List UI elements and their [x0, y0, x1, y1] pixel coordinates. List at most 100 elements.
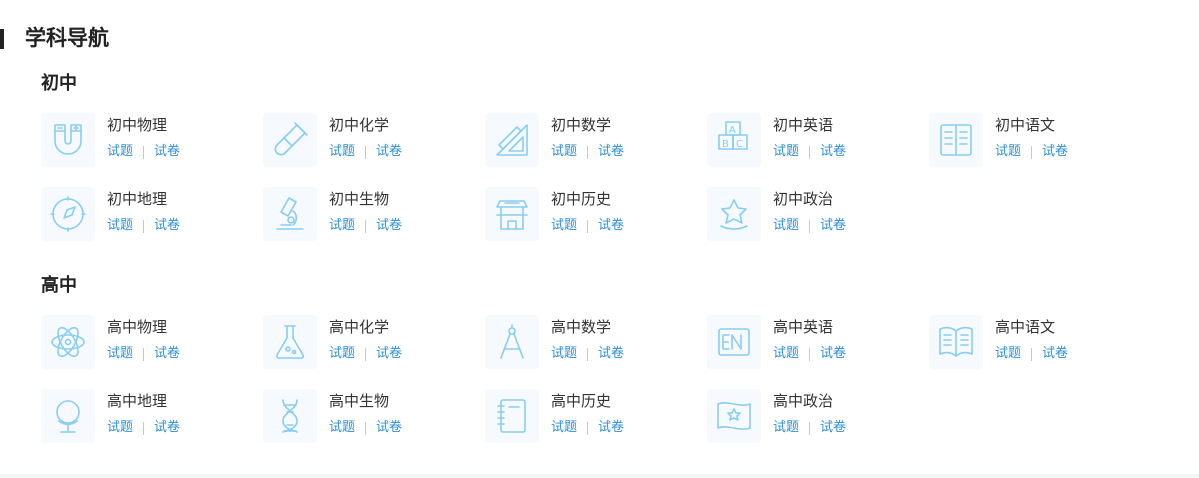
papers-link[interactable]: 试卷 [820, 143, 846, 161]
link-divider [809, 219, 811, 233]
papers-link[interactable]: 试卷 [154, 217, 180, 235]
subject-card: 高中语文试题 试卷 [929, 315, 1139, 371]
subject-name[interactable]: 初中化学 [329, 115, 389, 135]
questions-link[interactable]: 试题 [773, 419, 799, 437]
subject-name[interactable]: 初中语文 [995, 115, 1055, 135]
papers-link[interactable]: 试卷 [598, 143, 624, 161]
ruler-triangle-icon[interactable] [485, 113, 539, 167]
subject-card: 初中生物试题 试卷 [263, 187, 473, 243]
link-divider [365, 347, 367, 361]
link-divider [587, 145, 589, 159]
subject-name[interactable]: 初中英语 [773, 115, 833, 135]
subject-card: 初中地理试题 试卷 [41, 187, 251, 243]
microscope-icon[interactable] [263, 187, 317, 241]
questions-link[interactable]: 试题 [551, 345, 577, 363]
questions-link[interactable]: 试题 [773, 143, 799, 161]
subject-links: 试题 试卷 [329, 143, 402, 161]
ancient-building-icon[interactable] [485, 187, 539, 241]
atom-icon[interactable] [41, 315, 95, 369]
link-divider [587, 421, 589, 435]
open-book-icon[interactable] [929, 113, 983, 167]
link-divider [143, 219, 145, 233]
subject-card: 初中化学试题 试卷 [263, 113, 473, 169]
subject-name[interactable]: 高中化学 [329, 317, 389, 337]
questions-link[interactable]: 试题 [107, 345, 133, 363]
questions-link[interactable]: 试题 [329, 345, 355, 363]
questions-link[interactable]: 试题 [995, 345, 1021, 363]
subject-links: 试题 试卷 [329, 345, 402, 363]
subject-name[interactable]: 高中数学 [551, 317, 611, 337]
questions-link[interactable]: 试题 [995, 143, 1021, 161]
papers-link[interactable]: 试卷 [598, 345, 624, 363]
subject-name[interactable]: 高中英语 [773, 317, 833, 337]
en-badge-icon[interactable] [707, 315, 761, 369]
subject-nav-panel: 学科导航 初中 高中 初中物理 试题 试卷 初中化学 试题 试卷 初中数学 试题 试卷 A B C 初中… [0, 0, 1199, 474]
subject-name[interactable]: 初中政治 [773, 189, 833, 209]
subject-name[interactable]: 高中政治 [773, 391, 833, 411]
questions-link[interactable]: 试题 [107, 419, 133, 437]
test-tube-icon[interactable] [263, 113, 317, 167]
abc-blocks-icon[interactable]: ABC [707, 113, 761, 167]
subject-name[interactable]: 高中地理 [107, 391, 167, 411]
link-divider [365, 145, 367, 159]
questions-link[interactable]: 试题 [107, 143, 133, 161]
compass-icon[interactable] [41, 187, 95, 241]
papers-link[interactable]: 试卷 [820, 419, 846, 437]
subject-name[interactable]: 高中生物 [329, 391, 389, 411]
flag-icon[interactable] [707, 389, 761, 443]
subject-links: 试题 试卷 [551, 217, 624, 235]
papers-link[interactable]: 试卷 [154, 419, 180, 437]
magnet-icon[interactable] [41, 113, 95, 167]
questions-link[interactable]: 试题 [329, 419, 355, 437]
star-emblem-icon[interactable] [707, 187, 761, 241]
subject-card: 高中生物试题 试卷 [263, 389, 473, 445]
subject-name[interactable]: 初中地理 [107, 189, 167, 209]
subject-name[interactable]: 初中生物 [329, 189, 389, 209]
papers-link[interactable]: 试卷 [376, 345, 402, 363]
subject-name[interactable]: 高中物理 [107, 317, 167, 337]
link-divider [809, 347, 811, 361]
subject-name[interactable]: 初中历史 [551, 189, 611, 209]
flask-icon[interactable] [263, 315, 317, 369]
subject-name[interactable]: 高中语文 [995, 317, 1055, 337]
subject-links: 试题 试卷 [773, 143, 846, 161]
questions-link[interactable]: 试题 [107, 217, 133, 235]
questions-link[interactable]: 试题 [329, 217, 355, 235]
subject-name[interactable]: 高中历史 [551, 391, 611, 411]
book-icon[interactable] [929, 315, 983, 369]
link-divider [143, 347, 145, 361]
papers-link[interactable]: 试卷 [598, 217, 624, 235]
subject-card: 高中物理试题 试卷 [41, 315, 251, 371]
drafting-compass-icon[interactable] [485, 315, 539, 369]
papers-link[interactable]: 试卷 [598, 419, 624, 437]
subject-card: A B C 初中英语试题 试卷 [707, 113, 917, 169]
questions-link[interactable]: 试题 [773, 345, 799, 363]
papers-link[interactable]: 试卷 [1042, 143, 1068, 161]
papers-link[interactable]: 试卷 [376, 419, 402, 437]
questions-link[interactable]: 试题 [329, 143, 355, 161]
subject-name[interactable]: 初中数学 [551, 115, 611, 135]
globe-icon[interactable] [41, 389, 95, 443]
link-divider [143, 145, 145, 159]
papers-link[interactable]: 试卷 [376, 143, 402, 161]
subject-card: 高中数学试题 试卷 [485, 315, 695, 371]
papers-link[interactable]: 试卷 [154, 345, 180, 363]
subject-links: 试题 试卷 [773, 217, 846, 235]
papers-link[interactable]: 试卷 [820, 217, 846, 235]
subject-links: 试题 试卷 [329, 419, 402, 437]
questions-link[interactable]: 试题 [551, 217, 577, 235]
dna-icon[interactable] [263, 389, 317, 443]
papers-link[interactable]: 试卷 [376, 217, 402, 235]
papers-link[interactable]: 试卷 [820, 345, 846, 363]
questions-link[interactable]: 试题 [773, 217, 799, 235]
svg-text:A: A [729, 125, 736, 136]
questions-link[interactable]: 试题 [551, 419, 577, 437]
papers-link[interactable]: 试卷 [154, 143, 180, 161]
subject-name[interactable]: 初中物理 [107, 115, 167, 135]
questions-link[interactable]: 试题 [551, 143, 577, 161]
subject-card: 初中语文试题 试卷 [929, 113, 1139, 169]
notebook-icon[interactable] [485, 389, 539, 443]
section-title-senior: 高中 [41, 275, 77, 296]
papers-link[interactable]: 试卷 [1042, 345, 1068, 363]
link-divider [365, 421, 367, 435]
